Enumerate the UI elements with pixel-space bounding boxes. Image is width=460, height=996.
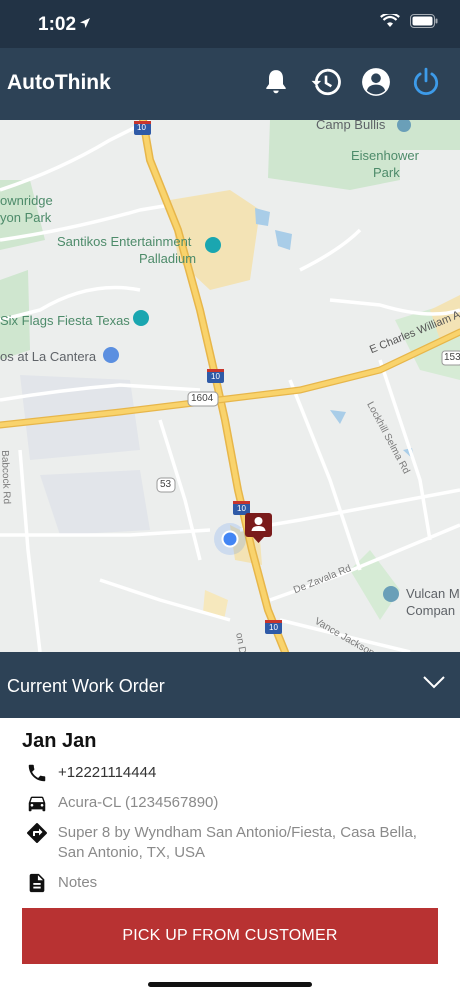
road-shield-label: 53 [160, 479, 172, 490]
map-label: Six Flags Fiesta Texas [0, 313, 130, 328]
phone-icon [24, 760, 50, 786]
map-label: Santikos Entertainment [57, 234, 192, 249]
power-icon [413, 67, 439, 95]
road-shield-label: 1604 [191, 393, 214, 404]
map-label: yon Park [0, 210, 52, 225]
wifi-icon [380, 14, 400, 27]
map-label: Palladium [139, 251, 197, 266]
profile-button[interactable] [360, 66, 392, 98]
logout-button[interactable] [410, 66, 442, 98]
chevron-down-icon[interactable] [422, 674, 446, 690]
car-icon [24, 790, 50, 816]
location-arrow-icon [80, 18, 90, 28]
account-circle-icon [362, 68, 390, 96]
history-icon [311, 68, 341, 96]
map-label: Eisenhower [351, 148, 419, 163]
map-view[interactable]: Camp Bullis Eisenhower Park ownridge yon… [0, 120, 460, 652]
customer-address[interactable]: Super 8 by Wyndham San Antonio/Fiesta, C… [58, 820, 424, 863]
bell-icon [266, 70, 286, 94]
app-header: AutoThink [0, 48, 460, 120]
map-label: Park [373, 165, 400, 180]
battery-icon [410, 14, 438, 28]
work-order-title: Current Work Order [7, 676, 165, 696]
directions-icon [24, 820, 50, 846]
vehicle-info: Acura-CL (1234567890) [58, 794, 219, 811]
map-label: os at La Cantera [0, 349, 97, 364]
app-title: AutoThink [7, 71, 111, 94]
status-time: 1:02 [38, 14, 77, 35]
home-indicator[interactable] [148, 982, 312, 987]
status-indicators [380, 14, 438, 28]
work-order-details: Jan Jan +12221114444 Acura-CL (123456789… [0, 718, 460, 996]
road-shield-label: 10 [211, 372, 220, 381]
status-bar: 1:02 [0, 0, 460, 48]
customer-name: Jan Jan [22, 730, 97, 752]
road-shield-label: 10 [137, 123, 146, 132]
notifications-button[interactable] [260, 66, 292, 98]
road-shield-label: 10 [269, 623, 278, 632]
notes-row[interactable]: Notes [24, 870, 97, 896]
phone-number[interactable]: +12221114444 [58, 760, 156, 783]
phone-row[interactable]: +12221114444 [24, 760, 156, 786]
map-canvas [0, 120, 460, 652]
vehicle-row: Acura-CL (1234567890) [24, 790, 218, 816]
pick-up-button[interactable]: PICK UP FROM CUSTOMER [22, 908, 438, 964]
address-row[interactable]: Super 8 by Wyndham San Antonio/Fiesta, C… [24, 820, 424, 863]
road-shield-label: 10 [237, 504, 246, 513]
document-icon [24, 870, 50, 896]
map-label: Vulcan M [406, 586, 460, 601]
road-label: Babcock Rd [0, 450, 12, 505]
map-label: Camp Bullis [316, 120, 386, 132]
notes-link[interactable]: Notes [58, 870, 97, 893]
map-label: Compan [406, 603, 456, 618]
road-shield-label: 153 [444, 352, 460, 363]
map-label: ownridge [0, 193, 53, 208]
history-button[interactable] [310, 66, 342, 98]
work-order-header[interactable]: Current Work Order [0, 652, 460, 718]
